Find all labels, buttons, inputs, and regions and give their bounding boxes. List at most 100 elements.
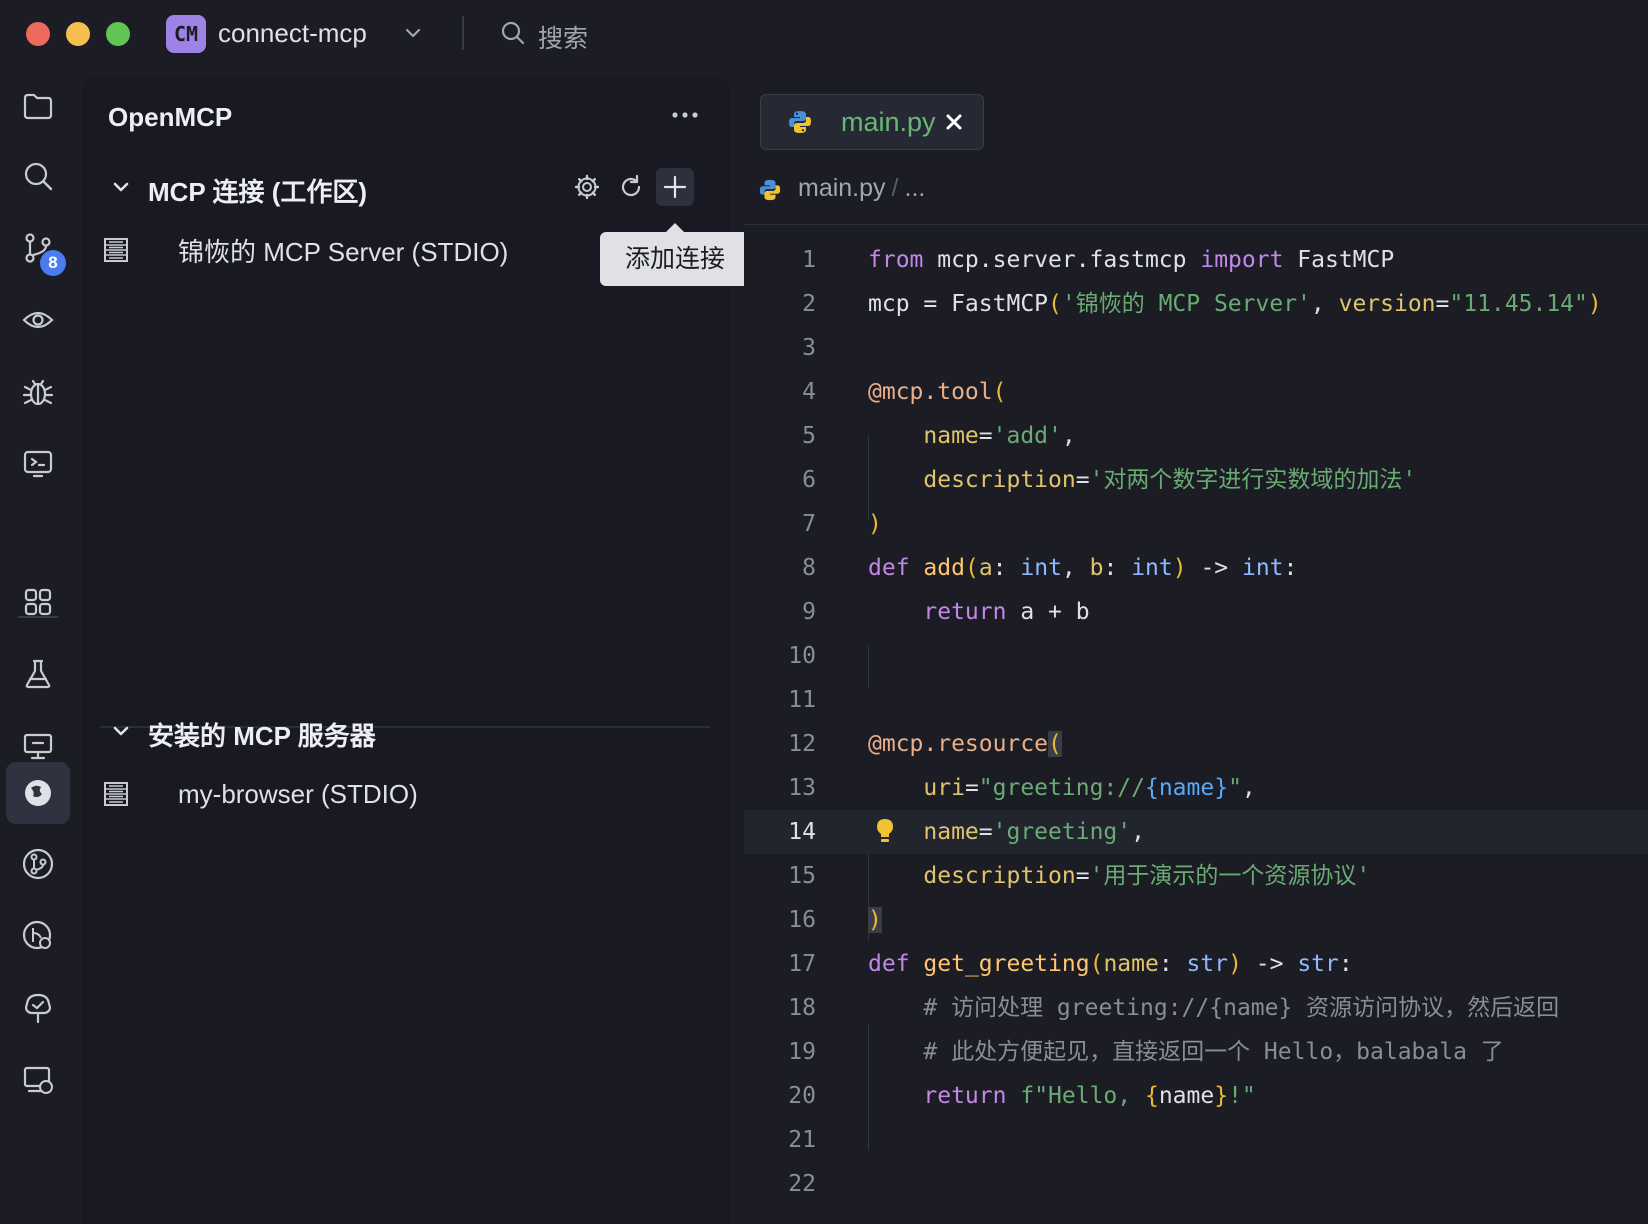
monitor-icon [23, 733, 53, 760]
breadcrumb: main.py /... [798, 174, 926, 202]
code-text: # 此处方便起见，直接返回一个 Hello，balabala 了 [868, 1039, 1504, 1065]
git-history-button[interactable] [6, 904, 70, 968]
remote-terminal-button[interactable] [6, 432, 70, 496]
code-line: 5 name='add', [744, 414, 1648, 458]
testing-button[interactable] [6, 642, 70, 706]
tab-main-py[interactable]: main.py [760, 94, 984, 150]
close-icon[interactable] [941, 109, 967, 135]
tab-label: main.py [841, 107, 936, 137]
extensions-button[interactable] [6, 570, 70, 634]
minimize-window-button[interactable] [66, 22, 90, 46]
code-line: 9 return a + b [744, 590, 1648, 634]
code-line-current: 14 name='greeting', [744, 810, 1648, 854]
line-number: 11 [788, 687, 816, 713]
search-icon [24, 162, 53, 191]
code-line: 6 description='对两个数字进行实数域的加法' [744, 458, 1648, 502]
line-number: 3 [802, 335, 816, 361]
line-number: 4 [802, 379, 816, 405]
code-line: 18 # 访问处理 greeting://{name} 资源访问协议，然后返回 [744, 986, 1648, 1030]
plus-icon [663, 175, 687, 199]
server-icon [104, 238, 128, 262]
server-label: 锦恢的 MCP Server (STDIO) [178, 236, 509, 267]
terminal-icon [23, 450, 53, 478]
tree-view-button[interactable] [6, 976, 70, 1040]
git-graph-button[interactable] [6, 832, 70, 896]
server-icon [104, 782, 128, 806]
remote-connection-button[interactable] [6, 1048, 70, 1112]
editor: main.py main.py /... 1 from mcp.server.fas… [744, 78, 1648, 1224]
code-text: @mcp.resource( [868, 731, 1062, 757]
refresh-icon [621, 174, 641, 197]
source-control-button[interactable]: 8 [6, 216, 70, 280]
explorer-button[interactable] [6, 74, 70, 138]
line-number: 10 [788, 643, 816, 669]
search-input[interactable]: 搜索 [538, 19, 588, 55]
line-number: 18 [788, 995, 816, 1021]
code-text: ) [868, 511, 882, 537]
search-view-button[interactable] [6, 144, 70, 208]
code-line: 8 def add(a: int, b: int) -> int: [744, 546, 1648, 590]
breadcrumb-file[interactable]: main.py [798, 174, 886, 202]
code-line: 4 @mcp.tool( [744, 370, 1648, 414]
line-number: 22 [788, 1171, 816, 1197]
list-item[interactable]: 锦恢的 MCP Server (STDIO) [102, 228, 662, 272]
line-number: 13 [788, 775, 816, 801]
grid-icon [24, 588, 52, 616]
add-connection-button[interactable] [656, 168, 694, 206]
chevron-down-icon[interactable] [402, 22, 424, 44]
code-line: 1 from mcp.server.fastmcp import FastMCP [744, 238, 1648, 282]
code-text: # 访问处理 greeting://{name} 资源访问协议，然后返回 [868, 995, 1560, 1021]
source-control-badge: 8 [40, 250, 66, 276]
code-line: 12 @mcp.resource( [744, 722, 1648, 766]
watch-button[interactable] [6, 288, 70, 352]
more-icon[interactable] [668, 100, 702, 130]
line-number: 5 [802, 423, 816, 449]
project-name[interactable]: connect-mcp [218, 18, 367, 49]
code-line: 17 def get_greeting(name: str) -> str: [744, 942, 1648, 986]
refresh-button[interactable] [612, 168, 650, 206]
code-text: def add(a: int, b: int) -> int: [868, 555, 1298, 581]
close-window-button[interactable] [26, 22, 50, 46]
settings-button[interactable] [568, 168, 606, 206]
search-icon[interactable] [500, 20, 526, 46]
breadcrumb-divider [744, 224, 1648, 225]
list-item[interactable]: my-browser (STDIO) [102, 772, 662, 816]
breadcrumb-symbol[interactable]: ... [905, 174, 926, 202]
chevron-down-icon[interactable] [110, 720, 132, 742]
line-number: 19 [788, 1039, 816, 1065]
line-number: 16 [788, 907, 816, 933]
tree-icon [25, 993, 51, 1024]
code-text: uri="greeting://{name}", [923, 775, 1256, 801]
activity-bar: 8 [0, 70, 78, 1224]
line-number: 20 [788, 1083, 816, 1109]
line-number: 12 [788, 731, 816, 757]
maximize-window-button[interactable] [106, 22, 130, 46]
line-number: 1 [802, 247, 816, 273]
section-title-installed[interactable]: 安装的 MCP 服务器 [148, 716, 376, 753]
code-text: name='greeting', [923, 819, 1145, 845]
chevron-down-icon[interactable] [110, 176, 132, 198]
eye-icon [22, 311, 54, 329]
code-line: 19 # 此处方便起见，直接返回一个 Hello，balabala 了 [744, 1030, 1648, 1074]
code-text: ) [868, 907, 882, 933]
openmcp-button[interactable] [6, 762, 70, 824]
openmcp-icon [25, 780, 51, 806]
branch-icon [22, 848, 54, 880]
line-number: 7 [802, 511, 816, 537]
bug-icon [22, 379, 54, 406]
code-text: return a + b [923, 599, 1090, 625]
line-number: 6 [802, 467, 816, 493]
code-line: 16) [744, 898, 1648, 942]
debug-button[interactable] [6, 360, 70, 424]
code-text: mcp = FastMCP('锦恢的 MCP Server', version=… [868, 291, 1602, 317]
section-title-connections[interactable]: MCP 连接 (工作区) [148, 172, 367, 209]
code-text: description='用于演示的一个资源协议' [923, 863, 1371, 889]
code-text: from mcp.server.fastmcp import FastMCP [868, 247, 1395, 273]
code-line: 3 [744, 326, 1648, 370]
line-number: 2 [802, 291, 816, 317]
gear-icon [574, 174, 600, 200]
code-line: 15 description='用于演示的一个资源协议' [744, 854, 1648, 898]
line-number: 15 [788, 863, 816, 889]
project-badge[interactable]: CM [166, 15, 206, 53]
code-line: 13 uri="greeting://{name}", [744, 766, 1648, 810]
